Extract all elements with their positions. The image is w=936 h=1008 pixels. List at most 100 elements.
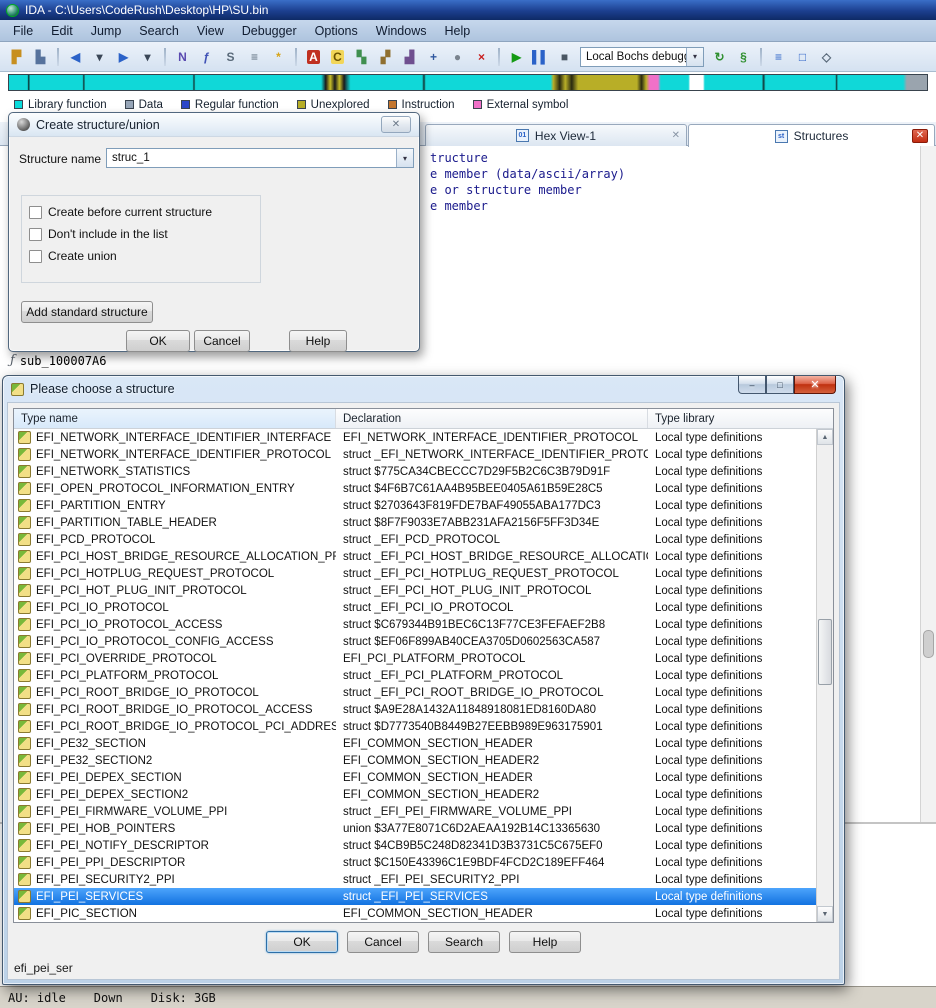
column-header-declaration[interactable]: Declaration	[336, 409, 648, 428]
table-row[interactable]: EFI_PARTITION_ENTRY struct $2703643F819F…	[14, 497, 820, 514]
table-row[interactable]: EFI_PARTITION_TABLE_HEADER struct $8F7F9…	[14, 514, 820, 531]
flow-chart-icon[interactable]: ▚	[350, 46, 373, 68]
search-button[interactable]: Search	[428, 931, 500, 953]
menu-item[interactable]: Options	[306, 22, 367, 40]
bitmap-icon[interactable]: A	[302, 46, 325, 68]
checkbox-row[interactable]: Don't include in the list	[29, 227, 253, 241]
table-row[interactable]: EFI_PCI_OVERRIDE_PROTOCOL EFI_PCI_PLATFO…	[14, 650, 820, 667]
strings-window-icon[interactable]: S	[219, 46, 242, 68]
close-button[interactable]: ✕	[381, 116, 411, 133]
structures-window-icon[interactable]: □	[791, 46, 814, 68]
close-icon[interactable]: ✕	[912, 129, 928, 143]
table-row[interactable]: EFI_OPEN_PROTOCOL_INFORMATION_ENTRY stru…	[14, 480, 820, 497]
table-row[interactable]: EFI_PEI_PPI_DESCRIPTOR struct $C150E4339…	[14, 854, 820, 871]
table-row[interactable]: EFI_NETWORK_INTERFACE_IDENTIFIER_INTERFA…	[14, 429, 820, 446]
table-row[interactable]: EFI_PEI_DEPEX_SECTION2 EFI_COMMON_SECTIO…	[14, 786, 820, 803]
navigate-forward-icon[interactable]: ▶	[112, 46, 135, 68]
table-row[interactable]: EFI_PCD_PROTOCOL struct _EFI_PCD_PROTOCO…	[14, 531, 820, 548]
enums-window-icon[interactable]: ◇	[815, 46, 838, 68]
table-row[interactable]: EFI_PCI_ROOT_BRIDGE_IO_PROTOCOL struct _…	[14, 684, 820, 701]
checkbox-row[interactable]: Create before current structure	[29, 205, 253, 219]
table-row[interactable]: EFI_PIC_SECTION EFI_COMMON_SECTION_HEADE…	[14, 905, 820, 922]
table-row[interactable]: EFI_PCI_HOTPLUG_REQUEST_PROTOCOL struct …	[14, 565, 820, 582]
open-file-icon[interactable]: ▛	[5, 46, 28, 68]
chooser-titlebar[interactable]: Please choose a structure – □ ✕	[3, 376, 844, 402]
close-icon[interactable]: ✕	[672, 130, 680, 141]
new-window-icon[interactable]: +	[422, 46, 445, 68]
chevron-down-icon[interactable]: ▾	[396, 149, 413, 167]
table-row[interactable]: EFI_PCI_PLATFORM_PROTOCOL struct _EFI_PC…	[14, 667, 820, 684]
menu-item[interactable]: Help	[435, 22, 479, 40]
navigate-back-icon[interactable]: ◀	[64, 46, 87, 68]
ok-button[interactable]: OK	[126, 330, 190, 352]
create-dialog-titlebar[interactable]: Create structure/union ✕	[9, 113, 419, 137]
structure-name-combobox[interactable]: struc_1 ▾	[106, 148, 414, 168]
run-script-icon[interactable]: §	[732, 46, 755, 68]
minimize-button[interactable]: –	[738, 376, 766, 394]
table-row[interactable]: EFI_NETWORK_STATISTICS struct $775CA34CB…	[14, 463, 820, 480]
table-row[interactable]: EFI_PCI_HOT_PLUG_INIT_PROTOCOL struct _E…	[14, 582, 820, 599]
tab-hex-view-1[interactable]: 01 Hex View-1 ✕	[425, 124, 687, 146]
menu-item[interactable]: Edit	[42, 22, 82, 40]
table-row[interactable]: EFI_NETWORK_INTERFACE_IDENTIFIER_PROTOCO…	[14, 446, 820, 463]
scroll-down-icon[interactable]: ▼	[817, 906, 833, 922]
menu-item[interactable]: View	[188, 22, 233, 40]
pause-process-icon[interactable]: ▌▌	[529, 46, 552, 68]
table-row[interactable]: EFI_PEI_DEPEX_SECTION EFI_COMMON_SECTION…	[14, 769, 820, 786]
table-row[interactable]: EFI_PEI_SECURITY2_PPI struct _EFI_PEI_SE…	[14, 871, 820, 888]
table-row[interactable]: EFI_PCI_ROOT_BRIDGE_IO_PROTOCOL_ACCESS s…	[14, 701, 820, 718]
chevron-down-icon[interactable]: ▾	[686, 47, 703, 66]
cancel-button[interactable]: Cancel	[194, 330, 250, 352]
checkbox[interactable]	[29, 205, 42, 219]
ok-button[interactable]: OK	[266, 931, 338, 953]
scrollbar-thumb[interactable]	[923, 630, 934, 658]
flashlight-icon[interactable]: *	[267, 46, 290, 68]
checkbox[interactable]	[29, 227, 42, 241]
function-label-row[interactable]: ƒ sub_100007A6	[10, 353, 107, 368]
table-row[interactable]: EFI_PE32_SECTION2 EFI_COMMON_SECTION_HEA…	[14, 752, 820, 769]
graph-view-icon[interactable]: ▞	[374, 46, 397, 68]
type-libraries-icon[interactable]: ≡	[767, 46, 790, 68]
cancel-button[interactable]: Cancel	[347, 931, 419, 953]
navigation-band[interactable]	[8, 74, 928, 91]
menu-item[interactable]: Search	[130, 22, 188, 40]
functions-window-icon[interactable]: ƒ	[195, 46, 218, 68]
table-row[interactable]: EFI_PEI_SERVICES struct _EFI_PEI_SERVICE…	[14, 888, 820, 905]
menu-item[interactable]: Debugger	[233, 22, 306, 40]
menu-item[interactable]: File	[4, 22, 42, 40]
save-icon[interactable]: ▙	[29, 46, 52, 68]
segments-window-icon[interactable]: ≡	[243, 46, 266, 68]
table-row[interactable]: EFI_PCI_HOST_BRIDGE_RESOURCE_ALLOCATION_…	[14, 548, 820, 565]
table-row[interactable]: EFI_PEI_HOB_POINTERS union $3A77E8071C6D…	[14, 820, 820, 837]
column-header-type-name[interactable]: Type name	[14, 409, 336, 428]
call-graph-icon[interactable]: ▟	[398, 46, 421, 68]
names-window-icon[interactable]: N	[171, 46, 194, 68]
back-history-dropdown-icon[interactable]: ▾	[88, 46, 111, 68]
table-row[interactable]: EFI_PEI_NOTIFY_DESCRIPTOR struct $4CB9B5…	[14, 837, 820, 854]
list-scrollbar[interactable]: ▲ ▼	[816, 429, 833, 922]
snapshot-icon[interactable]: ●	[446, 46, 469, 68]
structures-scrollbar[interactable]	[920, 146, 936, 822]
maximize-button[interactable]: □	[766, 376, 794, 394]
add-standard-structure-button[interactable]: Add standard structure	[21, 301, 153, 323]
start-process-icon[interactable]: ▶	[505, 46, 528, 68]
menu-item[interactable]: Jump	[82, 22, 131, 40]
refresh-icon[interactable]: ↻	[708, 46, 731, 68]
help-button[interactable]: Help	[289, 330, 347, 352]
table-row[interactable]: EFI_PCI_IO_PROTOCOL struct _EFI_PCI_IO_P…	[14, 599, 820, 616]
tab-structures[interactable]: st Structures ✕	[688, 124, 935, 147]
debugger-select[interactable]: Local Bochs debugger ▾	[580, 46, 704, 67]
scrollbar-thumb[interactable]	[818, 619, 832, 685]
table-row[interactable]: EFI_PCI_IO_PROTOCOL_CONFIG_ACCESS struct…	[14, 633, 820, 650]
scroll-up-icon[interactable]: ▲	[817, 429, 833, 445]
forward-history-dropdown-icon[interactable]: ▾	[136, 46, 159, 68]
compiler-icon[interactable]: C	[326, 46, 349, 68]
table-row[interactable]: EFI_PCI_ROOT_BRIDGE_IO_PROTOCOL_PCI_ADDR…	[14, 718, 820, 735]
close-button[interactable]: ✕	[794, 376, 836, 394]
delete-icon[interactable]: ×	[470, 46, 493, 68]
menu-item[interactable]: Windows	[367, 22, 436, 40]
help-button[interactable]: Help	[509, 931, 581, 953]
table-row[interactable]: EFI_PE32_SECTION EFI_COMMON_SECTION_HEAD…	[14, 735, 820, 752]
column-header-type-library[interactable]: Type library	[648, 409, 833, 428]
table-row[interactable]: EFI_PEI_FIRMWARE_VOLUME_PPI struct _EFI_…	[14, 803, 820, 820]
